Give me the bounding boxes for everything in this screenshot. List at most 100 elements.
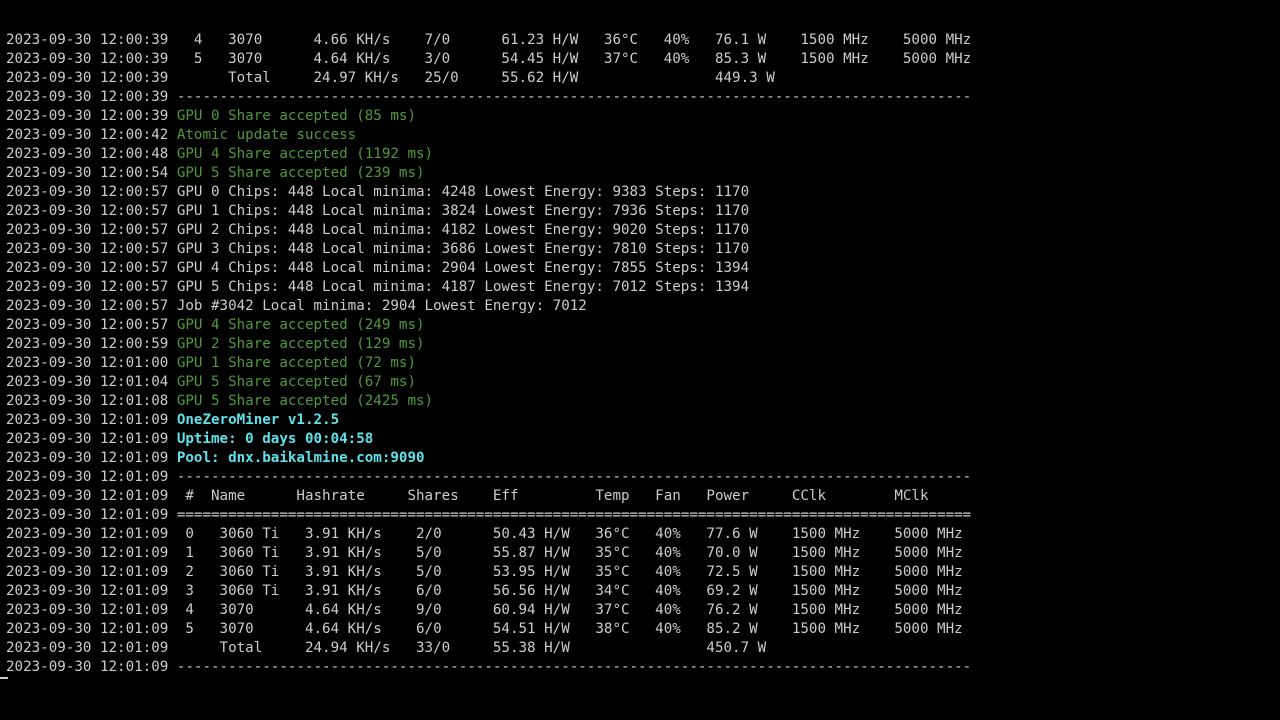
log-timestamp: 2023-09-30 12:01:04 — [6, 374, 169, 390]
log-timestamp: 2023-09-30 12:01:09 — [6, 621, 169, 637]
log-line: 2023-09-30 12:01:09 4 3070 4.64 KH/s 9/0… — [6, 601, 971, 620]
log-timestamp: 2023-09-30 12:01:09 — [6, 488, 169, 504]
log-timestamp: 2023-09-30 12:01:09 — [6, 583, 169, 599]
log-message: 5 3070 4.64 KH/s 3/0 54.45 H/W 37°C 40% … — [176, 51, 972, 67]
log-line: 2023-09-30 12:01:09 Uptime: 0 days 00:04… — [6, 430, 971, 449]
log-line: 2023-09-30 12:00:57 GPU 5 Chips: 448 Loc… — [6, 278, 971, 297]
log-line: 2023-09-30 12:01:09 5 3070 4.64 KH/s 6/0… — [6, 620, 971, 639]
log-timestamp: 2023-09-30 12:01:09 — [6, 450, 169, 466]
log-line: 2023-09-30 12:00:57 GPU 4 Chips: 448 Loc… — [6, 259, 971, 278]
log-line: 2023-09-30 12:00:39 GPU 0 Share accepted… — [6, 107, 971, 126]
terminal-window[interactable]: 2023-09-30 12:00:39 4 3070 4.66 KH/s 7/0… — [0, 0, 1280, 720]
log-output: 2023-09-30 12:00:39 4 3070 4.66 KH/s 7/0… — [6, 31, 971, 677]
log-message: Uptime: 0 days 00:04:58 — [176, 431, 374, 447]
log-timestamp: 2023-09-30 12:01:09 — [6, 564, 169, 580]
log-line: 2023-09-30 12:00:57 GPU 3 Chips: 448 Loc… — [6, 240, 971, 259]
log-line: 2023-09-30 12:01:09 # Name Hashrate Shar… — [6, 487, 971, 506]
log-timestamp: 2023-09-30 12:01:09 — [6, 412, 169, 428]
log-timestamp: 2023-09-30 12:01:09 — [6, 431, 169, 447]
log-line: 2023-09-30 12:00:48 GPU 4 Share accepted… — [6, 145, 971, 164]
log-message: GPU 3 Chips: 448 Local minima: 3686 Lowe… — [176, 241, 750, 257]
log-line: 2023-09-30 12:01:09 3 3060 Ti 3.91 KH/s … — [6, 582, 971, 601]
log-timestamp: 2023-09-30 12:00:57 — [6, 222, 169, 238]
log-line: 2023-09-30 12:01:09 --------------------… — [6, 468, 971, 487]
log-line: 2023-09-30 12:01:08 GPU 5 Share accepted… — [6, 392, 971, 411]
log-timestamp: 2023-09-30 12:00:57 — [6, 203, 169, 219]
log-line: 2023-09-30 12:01:09 Pool: dnx.baikalmine… — [6, 449, 971, 468]
log-message: GPU 4 Chips: 448 Local minima: 2904 Lowe… — [176, 260, 750, 276]
log-line: 2023-09-30 12:00:59 GPU 2 Share accepted… — [6, 335, 971, 354]
log-message: ========================================… — [176, 507, 972, 523]
log-message: 3 3060 Ti 3.91 KH/s 6/0 56.56 H/W 34°C 4… — [176, 583, 963, 599]
log-timestamp: 2023-09-30 12:00:39 — [6, 32, 169, 48]
log-timestamp: 2023-09-30 12:00:57 — [6, 279, 169, 295]
log-message: # Name Hashrate Shares Eff Temp Fan Powe… — [176, 488, 929, 504]
log-line: 2023-09-30 12:00:39 4 3070 4.66 KH/s 7/0… — [6, 31, 971, 50]
log-message: Total 24.97 KH/s 25/0 55.62 H/W 449.3 W — [176, 70, 775, 86]
log-line: 2023-09-30 12:01:04 GPU 5 Share accepted… — [6, 373, 971, 392]
log-message: Total 24.94 KH/s 33/0 55.38 H/W 450.7 W — [176, 640, 767, 656]
log-line: 2023-09-30 12:01:09 ====================… — [6, 506, 971, 525]
log-message: 2 3060 Ti 3.91 KH/s 5/0 53.95 H/W 35°C 4… — [176, 564, 963, 580]
log-timestamp: 2023-09-30 12:00:39 — [6, 51, 169, 67]
log-message: ----------------------------------------… — [176, 659, 972, 675]
log-line: 2023-09-30 12:01:09 OneZeroMiner v1.2.5 — [6, 411, 971, 430]
log-message: ----------------------------------------… — [176, 89, 972, 105]
log-line: 2023-09-30 12:00:39 --------------------… — [6, 88, 971, 107]
log-timestamp: 2023-09-30 12:00:39 — [6, 108, 169, 124]
log-line: 2023-09-30 12:00:57 GPU 4 Share accepted… — [6, 316, 971, 335]
log-line: 2023-09-30 12:00:57 GPU 2 Chips: 448 Loc… — [6, 221, 971, 240]
log-timestamp: 2023-09-30 12:00:57 — [6, 260, 169, 276]
log-timestamp: 2023-09-30 12:01:08 — [6, 393, 169, 409]
log-line: 2023-09-30 12:01:09 2 3060 Ti 3.91 KH/s … — [6, 563, 971, 582]
text-cursor — [0, 677, 8, 679]
log-timestamp: 2023-09-30 12:01:09 — [6, 526, 169, 542]
log-message: GPU 0 Share accepted (85 ms) — [176, 108, 417, 124]
log-message: GPU 1 Chips: 448 Local minima: 3824 Lowe… — [176, 203, 750, 219]
log-timestamp: 2023-09-30 12:00:57 — [6, 298, 169, 314]
log-line: 2023-09-30 12:01:00 GPU 1 Share accepted… — [6, 354, 971, 373]
log-message: GPU 5 Chips: 448 Local minima: 4187 Lowe… — [176, 279, 750, 295]
log-message: Atomic update success — [176, 127, 357, 143]
log-message: 4 3070 4.66 KH/s 7/0 61.23 H/W 36°C 40% … — [176, 32, 972, 48]
log-line: 2023-09-30 12:00:57 GPU 1 Chips: 448 Loc… — [6, 202, 971, 221]
log-line: 2023-09-30 12:01:09 1 3060 Ti 3.91 KH/s … — [6, 544, 971, 563]
log-message: 1 3060 Ti 3.91 KH/s 5/0 55.87 H/W 35°C 4… — [176, 545, 963, 561]
log-timestamp: 2023-09-30 12:00:57 — [6, 317, 169, 333]
log-message: GPU 1 Share accepted (72 ms) — [176, 355, 417, 371]
log-message: GPU 4 Share accepted (1192 ms) — [176, 146, 434, 162]
log-timestamp: 2023-09-30 12:00:42 — [6, 127, 169, 143]
log-message: GPU 2 Chips: 448 Local minima: 4182 Lowe… — [176, 222, 750, 238]
log-line: 2023-09-30 12:00:39 5 3070 4.64 KH/s 3/0… — [6, 50, 971, 69]
log-line: 2023-09-30 12:00:39 Total 24.97 KH/s 25/… — [6, 69, 971, 88]
log-timestamp: 2023-09-30 12:01:09 — [6, 545, 169, 561]
log-message: GPU 4 Share accepted (249 ms) — [176, 317, 425, 333]
log-message: Job #3042 Local minima: 2904 Lowest Ener… — [176, 298, 587, 314]
log-timestamp: 2023-09-30 12:01:09 — [6, 469, 169, 485]
log-timestamp: 2023-09-30 12:00:39 — [6, 70, 169, 86]
log-line: 2023-09-30 12:00:57 GPU 0 Chips: 448 Loc… — [6, 183, 971, 202]
log-line: 2023-09-30 12:00:54 GPU 5 Share accepted… — [6, 164, 971, 183]
log-message: OneZeroMiner v1.2.5 — [176, 412, 340, 428]
log-line: 2023-09-30 12:01:09 0 3060 Ti 3.91 KH/s … — [6, 525, 971, 544]
log-line: 2023-09-30 12:01:09 Total 24.94 KH/s 33/… — [6, 639, 971, 658]
log-message: 0 3060 Ti 3.91 KH/s 2/0 50.43 H/W 36°C 4… — [176, 526, 963, 542]
log-line: 2023-09-30 12:01:09 --------------------… — [6, 658, 971, 677]
log-message: GPU 5 Share accepted (239 ms) — [176, 165, 425, 181]
log-message: Pool: dnx.baikalmine.com:9090 — [176, 450, 425, 466]
log-timestamp: 2023-09-30 12:01:00 — [6, 355, 169, 371]
log-message: GPU 0 Chips: 448 Local minima: 4248 Lowe… — [176, 184, 750, 200]
log-timestamp: 2023-09-30 12:00:59 — [6, 336, 169, 352]
log-message: ----------------------------------------… — [176, 469, 972, 485]
log-timestamp: 2023-09-30 12:01:09 — [6, 602, 169, 618]
log-timestamp: 2023-09-30 12:00:48 — [6, 146, 169, 162]
log-message: GPU 5 Share accepted (67 ms) — [176, 374, 417, 390]
log-timestamp: 2023-09-30 12:00:54 — [6, 165, 169, 181]
log-message: GPU 5 Share accepted (2425 ms) — [176, 393, 434, 409]
log-message: 5 3070 4.64 KH/s 6/0 54.51 H/W 38°C 40% … — [176, 621, 963, 637]
log-timestamp: 2023-09-30 12:00:57 — [6, 184, 169, 200]
log-timestamp: 2023-09-30 12:01:09 — [6, 640, 169, 656]
log-line: 2023-09-30 12:00:42 Atomic update succes… — [6, 126, 971, 145]
log-message: 4 3070 4.64 KH/s 9/0 60.94 H/W 37°C 40% … — [176, 602, 963, 618]
log-timestamp: 2023-09-30 12:01:09 — [6, 659, 169, 675]
